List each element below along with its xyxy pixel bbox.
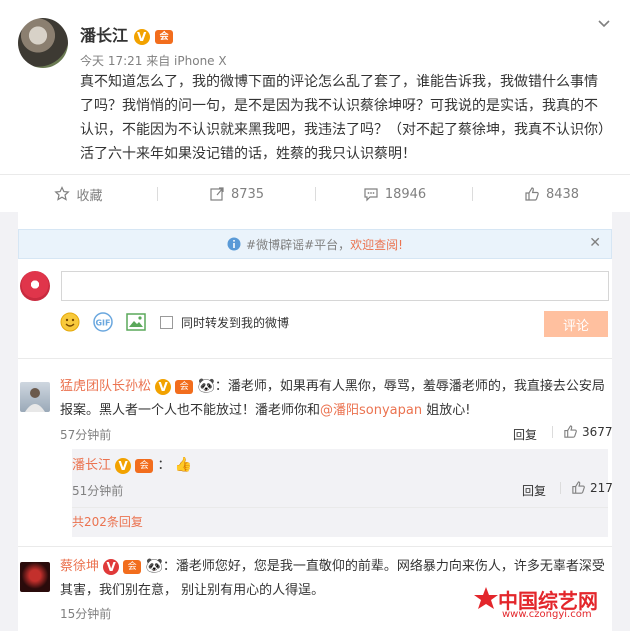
info-icon (227, 237, 241, 251)
comment-input[interactable] (61, 271, 609, 301)
thumbs-up-icon (572, 481, 585, 494)
repost-button[interactable]: 8735 (158, 175, 315, 213)
post-content: 真不知道怎么了，我的微博下面的评论怎么乱了套了，谁能告诉我，我做错什么事情了吗？… (80, 74, 605, 162)
verified-badge-icon: V (155, 378, 172, 395)
thumbs-up-icon (564, 425, 577, 438)
composer-toolbar: GIF 同时转发到我的微博 (60, 312, 289, 332)
reply-text: ： (157, 458, 171, 473)
separator (552, 425, 553, 438)
more-replies-link[interactable]: 共202条回复 (72, 513, 143, 530)
notice-text: #微博辟谣#平台， (246, 237, 351, 252)
comment-button[interactable]: 18946 (316, 175, 473, 213)
commenter-name[interactable]: 蔡徐坤 (60, 559, 99, 574)
post-author[interactable]: 潘长江 V 会 (80, 22, 174, 46)
notice-link[interactable]: 欢迎查阅! (350, 236, 403, 253)
favorite-button[interactable]: 收藏 (0, 175, 157, 213)
post-source[interactable]: 来自 iPhone X (146, 54, 226, 68)
comment-time: 57分钟前 (60, 428, 112, 442)
comments-panel: #微博辟谣#平台， 欢迎查阅! ✕ GIF 同时转发到我的微博 评论 猛虎团队长… (18, 212, 613, 631)
reply-like-button[interactable]: 217 (560, 480, 613, 495)
comment-time: 15分钟前 (60, 607, 112, 621)
watermark-logo: 中国综艺网 www.czongyi.com (472, 583, 622, 623)
close-icon[interactable]: ✕ (589, 235, 601, 251)
commenter-avatar[interactable] (20, 382, 50, 412)
vip-badge-icon: 会 (123, 559, 142, 574)
emoji-icon[interactable] (60, 312, 80, 332)
like-button[interactable]: 8438 (473, 175, 630, 213)
repost-count: 8735 (230, 186, 265, 202)
commenter-name[interactable]: 猛虎团队长孙松 (60, 379, 151, 394)
post-action-bar: 收藏 8735 18946 8438 (0, 174, 630, 214)
comment-icon (364, 188, 378, 202)
post-meta: 今天 17:21 来自 iPhone X (80, 52, 227, 69)
comment-count: 18946 (384, 186, 427, 202)
my-avatar[interactable] (20, 271, 50, 301)
submit-comment-button[interactable]: 评论 (544, 311, 608, 337)
chevron-down-icon[interactable] (598, 16, 610, 32)
verified-badge-icon: V (103, 558, 120, 575)
panda-icon: 🐼 (197, 378, 215, 394)
divider (72, 507, 608, 508)
reply-item: 潘长江 V 会 ： 👍 (72, 453, 192, 478)
divider (18, 546, 612, 547)
reply-reply-button[interactable]: 回复 (522, 482, 546, 499)
favorite-label: 收藏 (76, 188, 103, 204)
rumor-notice-bar: #微博辟谣#平台， 欢迎查阅! ✕ (18, 229, 612, 259)
author-avatar[interactable] (18, 18, 68, 68)
verified-badge-icon: V (133, 28, 150, 45)
sync-repost-checkbox[interactable] (160, 315, 173, 329)
panda-icon: 🐼 (145, 558, 163, 574)
watermark-url: www.czongyi.com (502, 609, 592, 620)
reply-button[interactable]: 回复 (513, 426, 537, 443)
vip-badge-icon: 会 (135, 458, 154, 473)
divider (18, 358, 612, 359)
gif-icon[interactable]: GIF (92, 312, 114, 332)
repost-icon (210, 187, 224, 201)
reply-time: 51分钟前 (72, 484, 124, 498)
comment-like-count: 3677 (582, 424, 613, 439)
comment-item: 猛虎团队长孙松 V 会 🐼：潘老师，如果再有人黑你，辱骂，羞辱潘老师的，我直接去… (60, 374, 610, 423)
svg-text:GIF: GIF (95, 319, 110, 328)
image-icon[interactable] (126, 313, 146, 331)
reply-thread: 潘长江 V 会 ： 👍 51分钟前 回复 217 共202条回复 (72, 449, 613, 537)
like-count: 8438 (545, 186, 580, 202)
author-name[interactable]: 潘长江 (80, 26, 128, 45)
reply-like-count: 217 (590, 480, 613, 495)
comment-text-end: 姐放心! (422, 403, 471, 418)
comment-like-button[interactable]: 3677 (552, 424, 613, 439)
commenter-avatar[interactable] (20, 562, 50, 592)
post-time[interactable]: 今天 17:21 (80, 54, 142, 68)
verified-badge-icon: V (115, 457, 132, 474)
thumbs-up-emoji-icon: 👍 (174, 457, 193, 473)
vip-badge-icon: 会 (155, 29, 174, 44)
more-replies-text[interactable]: 共202条回复 (72, 515, 143, 529)
vip-badge-icon: 会 (175, 379, 194, 394)
mention-link[interactable]: @潘阳sonyapan (320, 403, 422, 418)
reply-user-name[interactable]: 潘长江 (72, 458, 111, 473)
user-photo (25, 388, 45, 412)
thumbs-up-icon (525, 187, 539, 201)
star-icon (54, 186, 71, 201)
separator (560, 481, 561, 494)
sync-repost-label[interactable]: 同时转发到我的微博 (181, 314, 289, 331)
